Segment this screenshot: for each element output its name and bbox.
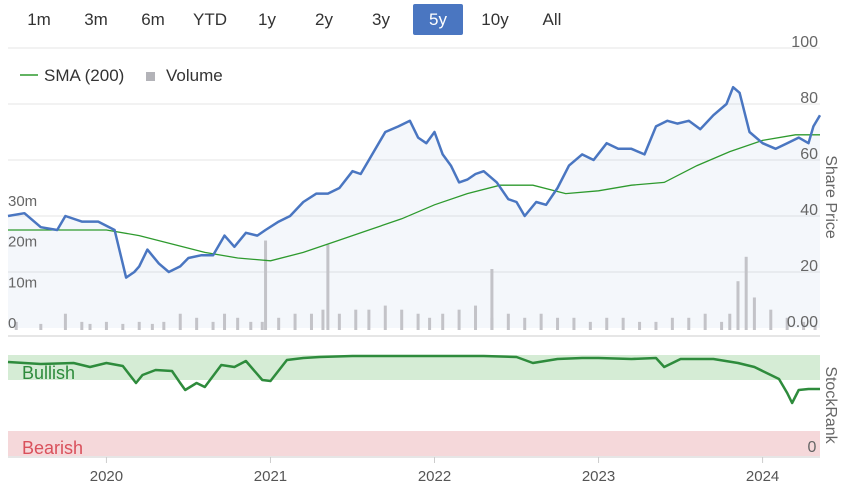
x-tick-label: 2022 [418,468,451,484]
stockrank-axis-title: StockRank [822,366,839,444]
volume-bar [703,313,707,330]
volume-bar [321,309,325,330]
x-axis: 2020 2021 2022 2023 2024 [90,457,779,484]
volume-bar [400,309,404,330]
volume-bar [249,321,253,330]
volume-bar [752,297,756,330]
volume-bar [264,240,268,330]
x-tick-label: 2020 [90,468,123,484]
x-tick-label: 2024 [746,468,779,484]
volume-bar [490,269,494,330]
volume-bar [428,317,432,330]
volume-bar [337,313,341,330]
volume-bar [104,321,108,330]
volume-bar [236,317,240,330]
volume-bar [621,317,625,330]
volume-bar [178,313,182,330]
volume-bar [309,313,313,330]
volume-bar [638,321,642,330]
volume-bar [162,321,166,330]
volume-bar [670,317,674,330]
stockrank-zero-tick: 0 [808,439,817,456]
volume-bar [769,309,773,330]
volume-bar [728,313,732,330]
volume-bar [474,305,478,330]
volume-bar [39,323,43,330]
volume-bar [211,321,215,330]
volume-bar [137,321,141,330]
volume-bar [556,317,560,330]
volume-bar [326,244,330,330]
volume-bar [523,317,527,330]
volume-bar [150,323,154,330]
volume-bar [605,317,609,330]
bearish-band [8,431,820,456]
legend: SMA (200) Volume [20,66,223,85]
volume-bar [293,313,297,330]
volume-bar [441,313,445,330]
volume-tick: 30m [8,193,37,210]
share-price-tick: 100 [791,34,818,51]
volume-bar [63,313,67,330]
volume-bar [720,321,724,330]
volume-bar [588,321,592,330]
volume-bar [654,321,658,330]
volume-tick: 10m [8,274,37,291]
volume-bar [506,313,510,330]
price-chart: 0.00 20 40 60 80 100 0 10m 20m 30m Share Price S… [7,34,839,484]
volume-bar [80,321,84,330]
volume-bar [539,313,543,330]
volume-bar [736,281,740,330]
volume-bar [277,317,281,330]
volume-tick: 0 [8,315,16,332]
share-price-tick: 20 [800,258,818,275]
share-price-tick: 60 [800,146,818,163]
volume-bar [457,309,461,330]
share-price-tick: 0.00 [787,314,818,331]
legend-sma-label: SMA (200) [44,66,124,85]
volume-bar [744,256,748,330]
bullish-label: Bullish [22,363,75,383]
volume-bar [354,309,358,330]
volume-bar [121,323,125,330]
bearish-label: Bearish [22,438,83,458]
volume-bar [260,321,264,330]
volume-bar [367,309,371,330]
share-price-axis-title: Share Price [822,155,839,239]
volume-bar [687,317,691,330]
share-price-tick: 40 [800,202,818,219]
volume-bar [383,305,387,330]
x-tick-label: 2021 [254,468,287,484]
volume-bar [88,323,92,330]
volume-tick: 20m [8,234,37,251]
volume-bar [572,317,576,330]
x-tick-label: 2023 [582,468,615,484]
volume-bar [223,313,227,330]
share-price-tick: 80 [800,90,818,107]
volume-legend-swatch [146,72,155,81]
volume-bar [195,317,199,330]
volume-bar [416,313,420,330]
legend-volume-label: Volume [166,66,223,85]
price-area-fill [8,87,820,328]
